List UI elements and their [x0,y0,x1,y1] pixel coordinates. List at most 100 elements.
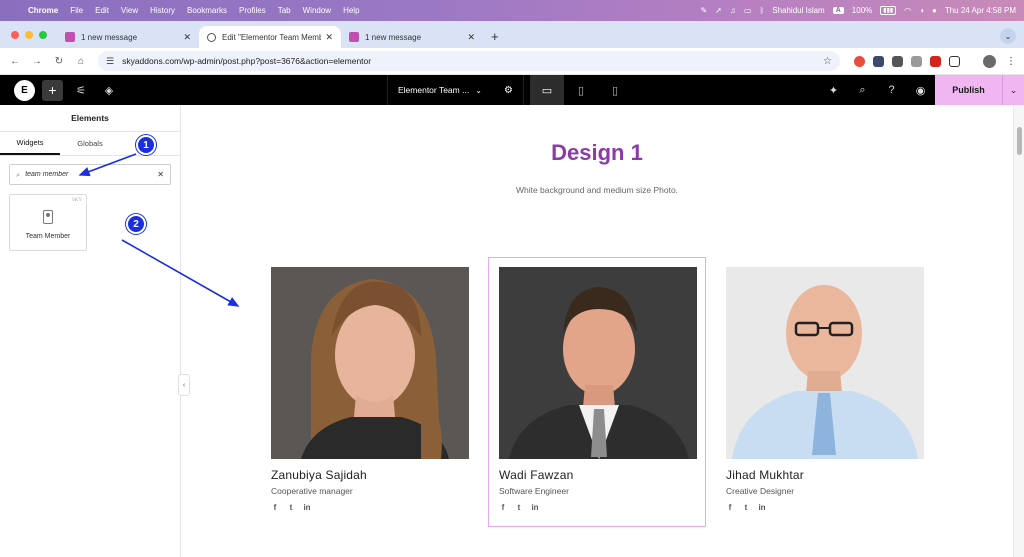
chevron-down-icon[interactable]: ⌄ [1002,75,1024,105]
datetime[interactable]: Thu 24 Apr 4:58 PM [945,6,1016,15]
minimize-window-button[interactable] [25,31,33,39]
profile-area: ⋮ [983,54,1024,68]
control-center-icon[interactable]: ◑ [919,6,924,15]
menu-window[interactable]: Window [297,6,337,15]
url-text[interactable]: skyaddons.com/wp-admin/post.php?post=367… [122,56,371,66]
tablet-icon[interactable]: ▯ [564,75,598,105]
puzzle-icon[interactable] [949,55,960,67]
tab-widgets[interactable]: Widgets [0,132,60,155]
pen-icon[interactable]: ✎ [700,6,707,15]
desktop-icon[interactable]: ▭ [530,75,564,105]
canvas-scrollbar[interactable] [1013,105,1024,557]
bookmark-star-icon[interactable]: ☆ [823,56,832,67]
help-icon[interactable]: ? [877,84,906,96]
zoom-window-button[interactable] [39,31,47,39]
sky-badge: SKY [71,198,82,203]
gear-icon[interactable]: ⚙ [504,85,513,96]
user-name[interactable]: Shahidul Islam [772,6,824,15]
wifi-icon[interactable]: ◠ [904,6,911,15]
home-icon[interactable]: ⌂ [70,56,92,67]
chevron-down-icon[interactable]: ⌄ [1000,28,1016,44]
linkedin-icon[interactable]: in [531,503,539,512]
tab-globals[interactable]: Globals [60,132,120,155]
menu-help[interactable]: Help [337,6,365,15]
site-settings-icon[interactable]: ☰ [106,56,114,67]
topbar-tools: ✦ ⌕ ? ◉ [819,75,935,105]
mobile-icon[interactable]: ▯ [598,75,632,105]
preview-eye-icon[interactable]: ◉ [906,84,935,97]
member-name: Wadi Fawzan [499,468,574,482]
menu-bookmarks[interactable]: Bookmarks [181,6,233,15]
menu-edit[interactable]: Edit [89,6,115,15]
siri-icon[interactable]: ● [932,6,937,15]
shield-icon[interactable] [873,55,884,67]
twitter-icon[interactable]: t [742,503,750,512]
kebab-menu-icon[interactable]: ⋮ [1006,56,1016,67]
facebook-icon[interactable]: f [499,503,507,512]
search-icon[interactable]: ⌕ [848,84,877,97]
facebook-icon[interactable]: f [726,503,734,512]
forward-arrow-icon[interactable]: → [26,56,48,67]
url-field[interactable]: ☰ skyaddons.com/wp-admin/post.php?post=3… [98,51,840,71]
avatar[interactable] [983,54,996,68]
twitter-icon[interactable]: t [515,503,523,512]
widget-search-field[interactable]: ⌕ ✕ [9,164,171,185]
elementor-logo-icon[interactable]: E [14,79,35,101]
document-settings-dropdown[interactable]: Elementor Team ... ⌄ ⚙ [387,75,524,105]
new-tab-button[interactable]: + [483,29,507,48]
linkedin-icon[interactable]: in [303,503,311,512]
extension-icon[interactable] [892,55,903,67]
chevron-down-icon[interactable]: ⌄ [475,86,482,95]
menu-app-chrome[interactable]: Chrome [22,6,64,15]
tab-label: 1 new message [365,32,422,42]
section-title: Design 1 [551,140,643,165]
tab-3[interactable]: 1 new message ✕ [341,26,483,48]
scrollbar-thumb[interactable] [1017,127,1022,155]
menu-view[interactable]: View [115,6,144,15]
structure-layers-icon[interactable]: ◈ [95,84,123,97]
menu-history[interactable]: History [144,6,181,15]
headphones-icon[interactable]: ♫ [730,6,736,15]
responsive-device-switcher: ▭ ▯ ▯ [530,75,632,105]
notifications-icon[interactable]: ✦ [819,84,848,97]
location-icon[interactable]: ➚ [715,6,722,15]
bluetooth-icon[interactable]: ᛒ [759,6,764,15]
close-icon[interactable]: ✕ [183,32,191,43]
add-element-button[interactable]: + [42,79,63,101]
twitter-icon[interactable]: t [287,503,295,512]
elements-panel: Elements Widgets Globals ⌕ ✕ SKY Team Me… [0,105,181,557]
display-icon[interactable]: ▭ [744,6,752,15]
social-links: f t in [271,503,469,512]
menu-profiles[interactable]: Profiles [233,6,272,15]
close-icon[interactable]: ✕ [325,32,333,43]
facebook-icon[interactable]: f [271,503,279,512]
reload-icon[interactable]: ↻ [48,56,70,67]
site-settings-sliders-icon[interactable]: ⚟ [67,84,95,97]
search-icon: ⌕ [16,169,21,179]
team-member-card[interactable]: Wadi Fawzan Software Engineer f t in [499,267,697,512]
menu-tab[interactable]: Tab [272,6,297,15]
close-icon[interactable]: ✕ [157,170,164,179]
close-window-button[interactable] [11,31,19,39]
extension-icon[interactable] [930,55,941,67]
menubar-status-area: ✎ ➚ ♫ ▭ ᛒ Shahidul Islam A 100% ▮▮▮ ◠ ◑ … [700,6,1024,15]
team-member-card[interactable]: Jihad Mukhtar Creative Designer f t in [726,267,924,512]
tab-2-active[interactable]: Edit "Elementor Team Membe ✕ [199,26,341,48]
widget-search-input[interactable] [25,171,136,178]
menu-file[interactable]: File [64,6,89,15]
team-member-widget[interactable]: SKY Team Member [9,194,87,251]
member-role: Creative Designer [726,486,795,496]
document-title: Elementor Team ... [398,85,470,95]
close-icon[interactable]: ✕ [467,32,475,43]
chevron-left-icon[interactable]: ‹ [178,374,190,396]
tab-1[interactable]: 1 new message ✕ [57,26,199,48]
publish-button[interactable]: Publish [935,75,1002,105]
back-arrow-icon[interactable]: ← [4,56,26,67]
globe-icon [207,32,216,42]
battery-icon[interactable]: ▮▮▮ [880,6,897,15]
extension-icon[interactable] [911,55,922,67]
team-member-card[interactable]: Zanubiya Sajidah Cooperative manager f t… [271,267,469,512]
input-source-icon[interactable]: A [832,7,844,14]
extension-icon[interactable] [854,55,865,67]
linkedin-icon[interactable]: in [758,503,766,512]
